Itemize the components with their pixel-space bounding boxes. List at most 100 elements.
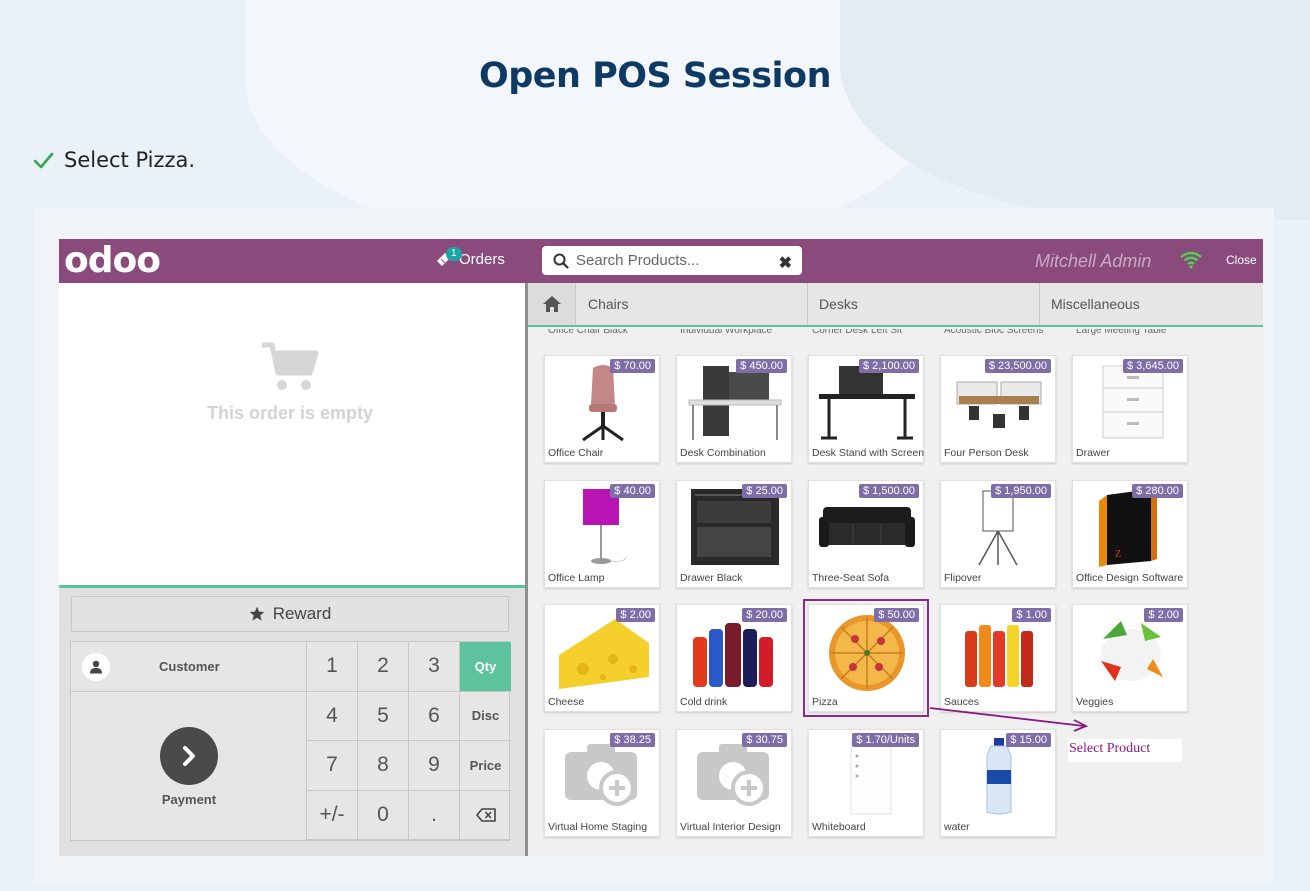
product-name-partial: Large Meeting Table	[1076, 329, 1167, 336]
numpad-key-4[interactable]: 4	[307, 691, 358, 741]
product-name: water	[944, 821, 970, 833]
product-name: Four Person Desk	[944, 447, 1029, 459]
cold-drink-image	[693, 623, 773, 687]
product-name: Office Chair	[548, 447, 604, 459]
numpad-key-8[interactable]: 8	[358, 741, 409, 791]
empty-order: This order is empty	[59, 341, 521, 424]
orders-label: Orders	[459, 250, 505, 268]
category-desks[interactable]: Desks	[808, 283, 1040, 325]
product-card-four-person-desk[interactable]: $ 23,500.00 Four Person Desk	[940, 355, 1056, 463]
category-miscellaneous[interactable]: Miscellaneous	[1040, 283, 1263, 325]
backspace-key[interactable]	[460, 791, 511, 840]
product-name: Virtual Home Staging	[548, 821, 648, 833]
product-card-office-design-software[interactable]: Z $ 280.00 Office Design Software	[1072, 480, 1188, 588]
numpad-key-7[interactable]: 7	[307, 741, 358, 791]
product-name: Drawer Black	[680, 572, 743, 584]
numpad-key-5[interactable]: 5	[358, 691, 409, 741]
control-panel: Reward Customer Payment 1 2 3 Qty 4 5 6 …	[59, 588, 525, 856]
empty-order-text: This order is empty	[206, 403, 374, 423]
product-card-cheese[interactable]: $ 2.00 Cheese	[544, 604, 660, 712]
numpad-area: Customer Payment 1 2 3 Qty 4 5 6 Disc 7 …	[70, 641, 511, 841]
product-card-virtual-interior-design[interactable]: $ 30.75 Virtual Interior Design	[676, 729, 792, 837]
product-card-water[interactable]: $ 15.00 water	[940, 729, 1056, 837]
numpad-key-9[interactable]: 9	[409, 741, 460, 791]
user-name[interactable]: Mitchell Admin	[1035, 251, 1151, 272]
payment-button[interactable]: Payment	[71, 692, 307, 840]
product-card-drawer-black[interactable]: $ 25.00 Drawer Black	[676, 480, 792, 588]
category-chairs[interactable]: Chairs	[577, 283, 808, 325]
star-icon	[249, 606, 265, 621]
slide-title: Open POS Session	[478, 56, 832, 96]
price-badge: $ 3,645.00	[1123, 359, 1183, 373]
desk-combination-image	[688, 366, 782, 440]
four-person-desk-image	[956, 381, 1042, 428]
pizza-image	[829, 615, 905, 691]
home-category-button[interactable]	[528, 283, 576, 325]
mode-disc-button[interactable]: Disc	[460, 692, 511, 741]
numpad-key-6[interactable]: 6	[409, 691, 460, 741]
price-badge: $ 30.75	[742, 733, 787, 747]
product-card-veggies[interactable]: $ 2.00 Veggies	[1072, 604, 1188, 712]
numpad-key-1[interactable]: 1	[307, 642, 358, 692]
checkmark-icon	[33, 152, 54, 169]
product-card-office-chair[interactable]: $ 70.00 Office Chair	[544, 355, 660, 463]
product-card-pizza[interactable]: $ 50.00 Pizza	[803, 599, 929, 717]
product-card-virtual-home-staging[interactable]: $ 38.25 Virtual Home Staging	[544, 729, 660, 837]
payment-label: Payment	[161, 792, 217, 807]
numpad-key-3[interactable]: 3	[409, 642, 460, 692]
user-icon	[90, 660, 102, 674]
chevron-right-icon	[183, 746, 195, 766]
product-name: Desk Stand with Screen	[812, 447, 925, 459]
reward-button[interactable]: Reward	[71, 596, 509, 632]
product-card-office-lamp[interactable]: $ 40.00 Office Lamp	[544, 480, 660, 588]
price-badge: $ 2.00	[1144, 608, 1183, 622]
price-badge: $ 20.00	[742, 608, 787, 622]
customer-button[interactable]: Customer	[71, 642, 307, 692]
mode-price-button[interactable]: Price	[460, 741, 511, 791]
search-icon	[553, 253, 569, 269]
search-input[interactable]	[576, 246, 771, 275]
orders-count-badge: 1	[446, 247, 462, 261]
price-badge: $ 1,500.00	[859, 484, 919, 498]
price-badge: $ 2.00	[616, 608, 655, 622]
product-card-cold-drink[interactable]: $ 20.00 Cold drink	[676, 604, 792, 712]
annotation-label: Select Product	[1068, 739, 1182, 762]
clear-search-icon[interactable]: ✖	[779, 253, 792, 273]
product-name: Three-Seat Sofa	[812, 572, 890, 584]
numpad-key-decimal[interactable]: .	[409, 790, 460, 840]
flipover-image	[978, 490, 1018, 566]
top-bar: odoo Orders 1 ✖ Mitchell Admin Close	[59, 239, 1263, 283]
product-card-three-seat-sofa[interactable]: $ 1,500.00 Three-Seat Sofa	[808, 480, 924, 588]
price-badge: $ 25.00	[742, 484, 787, 498]
product-name: Pizza	[812, 696, 838, 708]
product-card-whiteboard[interactable]: $ 1.70/Units Whiteboard	[808, 729, 924, 837]
product-card-drawer[interactable]: $ 3,645.00 Drawer	[1072, 355, 1188, 463]
product-card-sauces[interactable]: $ 1.00 Sauces	[940, 604, 1056, 712]
veggies-image	[1101, 621, 1163, 681]
mode-qty-button[interactable]: Qty	[460, 642, 511, 692]
product-name: Desk Combination	[680, 447, 766, 459]
close-button[interactable]: Close	[1226, 253, 1257, 267]
product-name: Cheese	[548, 696, 585, 708]
price-badge: $ 70.00	[610, 359, 655, 373]
price-badge: $ 40.00	[610, 484, 655, 498]
price-badge: $ 450.00	[736, 359, 787, 373]
product-name-partial: Acoustic Bloc Screens	[944, 329, 1044, 336]
drawer-image	[1102, 365, 1164, 439]
price-badge: $ 1.00	[1012, 608, 1051, 622]
product-name-partial: Office Chair Black	[548, 329, 628, 336]
category-bar: Chairs Desks Miscellaneous	[528, 283, 1263, 327]
numpad-key-0[interactable]: 0	[358, 790, 409, 840]
sofa-image	[819, 507, 915, 547]
numpad-key-2[interactable]: 2	[358, 642, 409, 692]
product-card-desk-combination[interactable]: $ 450.00 Desk Combination	[676, 355, 792, 463]
product-card-desk-stand[interactable]: $ 2,100.00 Desk Stand with Screen	[808, 355, 924, 463]
price-badge: $ 1.70/Units	[852, 733, 919, 747]
product-card-flipover[interactable]: $ 1,950.00 Flipover	[940, 480, 1056, 588]
price-badge: $ 50.00	[874, 608, 919, 622]
search-box: ✖	[542, 246, 802, 275]
numpad-key-plus-minus[interactable]: +/-	[307, 790, 358, 840]
drawer-black-image	[691, 489, 779, 565]
camera-plus-icon	[565, 744, 637, 806]
product-name: Drawer	[1076, 447, 1110, 459]
